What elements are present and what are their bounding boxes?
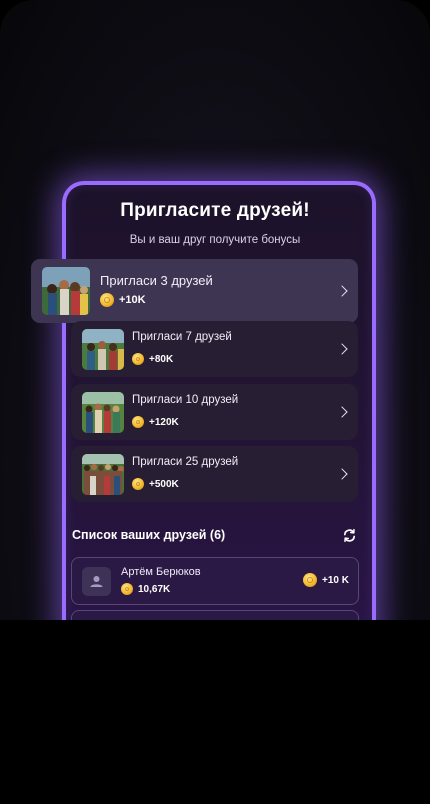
friend-balance-value: 10,67K <box>138 583 171 595</box>
invite-task-25[interactable]: Пригласи 25 друзей +500K <box>71 446 358 502</box>
task-thumbnail <box>42 267 90 315</box>
invite-task-7[interactable]: Пригласи 7 друзей +80K <box>71 321 358 377</box>
task-reward: +500K <box>132 478 179 490</box>
task-reward-value: +80K <box>149 353 174 365</box>
screen: Пригласите друзей! Вы и ваш друг получит… <box>0 0 430 804</box>
task-label: Пригласи 25 друзей <box>132 456 239 468</box>
coin-icon <box>132 353 144 365</box>
task-reward: +80K <box>132 353 173 365</box>
friends-list-title: Список ваших друзей (6) <box>72 528 226 542</box>
task-reward-value: +500K <box>149 478 179 490</box>
task-label: Пригласи 7 друзей <box>132 331 232 343</box>
coin-icon <box>100 293 114 307</box>
coin-icon <box>132 416 144 428</box>
task-reward-value: +10K <box>119 294 146 306</box>
invite-task-3[interactable]: Пригласи 3 друзей +10K <box>31 259 358 323</box>
task-reward: +10K <box>100 293 146 307</box>
friend-bonus-value: +10 K <box>322 574 349 586</box>
friend-bonus: +10 K <box>303 573 349 587</box>
task-thumbnail <box>82 454 124 495</box>
chevron-right-icon <box>336 343 348 355</box>
task-label: Пригласи 10 друзей <box>132 394 239 406</box>
friend-item[interactable]: Артём Берюков 10,67K +10 K <box>71 557 359 605</box>
task-thumbnail <box>82 329 124 370</box>
friend-balance: 10,67K <box>121 583 170 595</box>
task-thumbnail <box>82 392 124 433</box>
refresh-icon[interactable] <box>342 528 357 543</box>
chevron-right-icon <box>336 406 348 418</box>
bottom-area <box>0 620 430 804</box>
page-subtitle: Вы и ваш друг получите бонусы <box>129 234 301 246</box>
coin-icon <box>303 573 318 587</box>
user-avatar-icon <box>82 567 111 596</box>
task-reward: +120K <box>132 416 179 428</box>
chevron-right-icon <box>336 468 348 480</box>
task-reward-value: +120K <box>149 416 179 428</box>
task-label: Пригласи 3 друзей <box>100 273 213 288</box>
page-title: Пригласите друзей! <box>120 200 310 221</box>
coin-icon <box>132 478 144 490</box>
chevron-right-icon <box>336 285 348 297</box>
friend-name: Артём Берюков <box>121 566 201 578</box>
coin-icon <box>121 583 133 595</box>
invite-task-10[interactable]: Пригласи 10 друзей +120K <box>71 384 358 440</box>
